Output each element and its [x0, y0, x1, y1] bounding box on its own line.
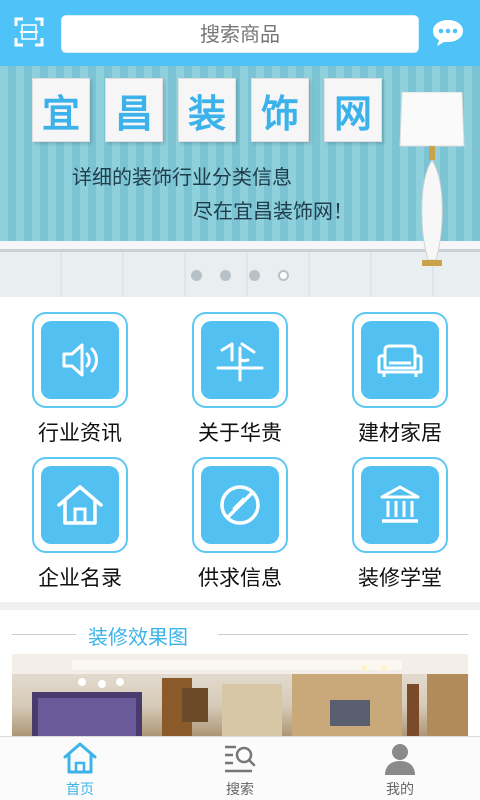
grid-icon-frame [352, 312, 448, 408]
message-icon[interactable] [431, 18, 465, 48]
nav-label: 搜索 [226, 782, 254, 798]
banner-slogan-line2: 尽在宜昌装饰网！ [193, 199, 353, 223]
grid-item-decoration-school[interactable]: 装修学堂 [320, 442, 480, 590]
grid-item-about[interactable]: 关于华贵 [160, 297, 320, 445]
grid-item-label: 装修学堂 [358, 566, 442, 590]
grid-icon-frame [32, 312, 128, 408]
banner-slogan-line1: 详细的装饰行业分类信息 [72, 165, 292, 189]
search-box[interactable] [61, 15, 419, 53]
carousel-dot[interactable] [220, 270, 231, 281]
hua-logo-icon [201, 321, 279, 399]
grid-icon-frame [352, 457, 448, 553]
grid-item-label: 企业名录 [38, 566, 122, 590]
grid-item-industry-news[interactable]: 行业资讯 [0, 297, 160, 445]
grid-item-company-directory[interactable]: 企业名录 [0, 442, 160, 590]
banner-title-char: 装 [178, 78, 236, 142]
grid-item-supply-demand[interactable]: 供求信息 [160, 442, 320, 590]
banner-title-char: 网 [324, 78, 382, 142]
sofa-icon [361, 321, 439, 399]
carousel-dot[interactable] [249, 270, 260, 281]
carousel-indicator [0, 270, 480, 281]
grid-item-building-materials[interactable]: 建材家居 [320, 297, 480, 445]
effect-photo[interactable] [12, 654, 468, 740]
bank-icon [361, 466, 439, 544]
nav-home[interactable]: 首页 [0, 737, 160, 800]
nav-label: 我的 [386, 782, 414, 798]
top-bar [0, 0, 480, 66]
home-icon [62, 741, 98, 775]
house-icon [41, 466, 119, 544]
banner-title-char: 宜 [32, 78, 90, 142]
banner-title-char: 昌 [105, 78, 163, 142]
banner-carousel[interactable]: 宜 昌 装 饰 网 详细的装饰行业分类信息 尽在宜昌装饰网！ [0, 66, 480, 297]
nav-profile[interactable]: 我的 [320, 737, 480, 800]
compass-icon [201, 466, 279, 544]
grid-icon-frame [192, 457, 288, 553]
user-icon [382, 741, 418, 775]
carousel-dot-active[interactable] [278, 270, 289, 281]
grid-icon-frame [32, 457, 128, 553]
section-divider [218, 634, 468, 635]
nav-label: 首页 [66, 782, 94, 798]
effects-section: 装修效果图 [0, 610, 480, 740]
carousel-dot[interactable] [191, 270, 202, 281]
grid-icon-frame [192, 312, 288, 408]
bottom-nav: 首页 搜索 我的 [0, 736, 480, 800]
scan-icon[interactable] [14, 17, 44, 47]
search-list-icon [222, 741, 258, 775]
banner-title: 宜 昌 装 饰 网 [32, 78, 382, 142]
speaker-icon [41, 321, 119, 399]
search-input[interactable] [62, 16, 418, 52]
section-title: 装修效果图 [88, 625, 188, 649]
grid-item-label: 供求信息 [198, 566, 282, 590]
section-divider [12, 634, 76, 635]
nav-search[interactable]: 搜索 [160, 737, 320, 800]
floor-lamp-image [398, 91, 466, 270]
category-grid: 行业资讯 关于华贵 建材家居 企业名录 供求信息 装修学堂 [0, 297, 480, 602]
banner-title-char: 饰 [251, 78, 309, 142]
